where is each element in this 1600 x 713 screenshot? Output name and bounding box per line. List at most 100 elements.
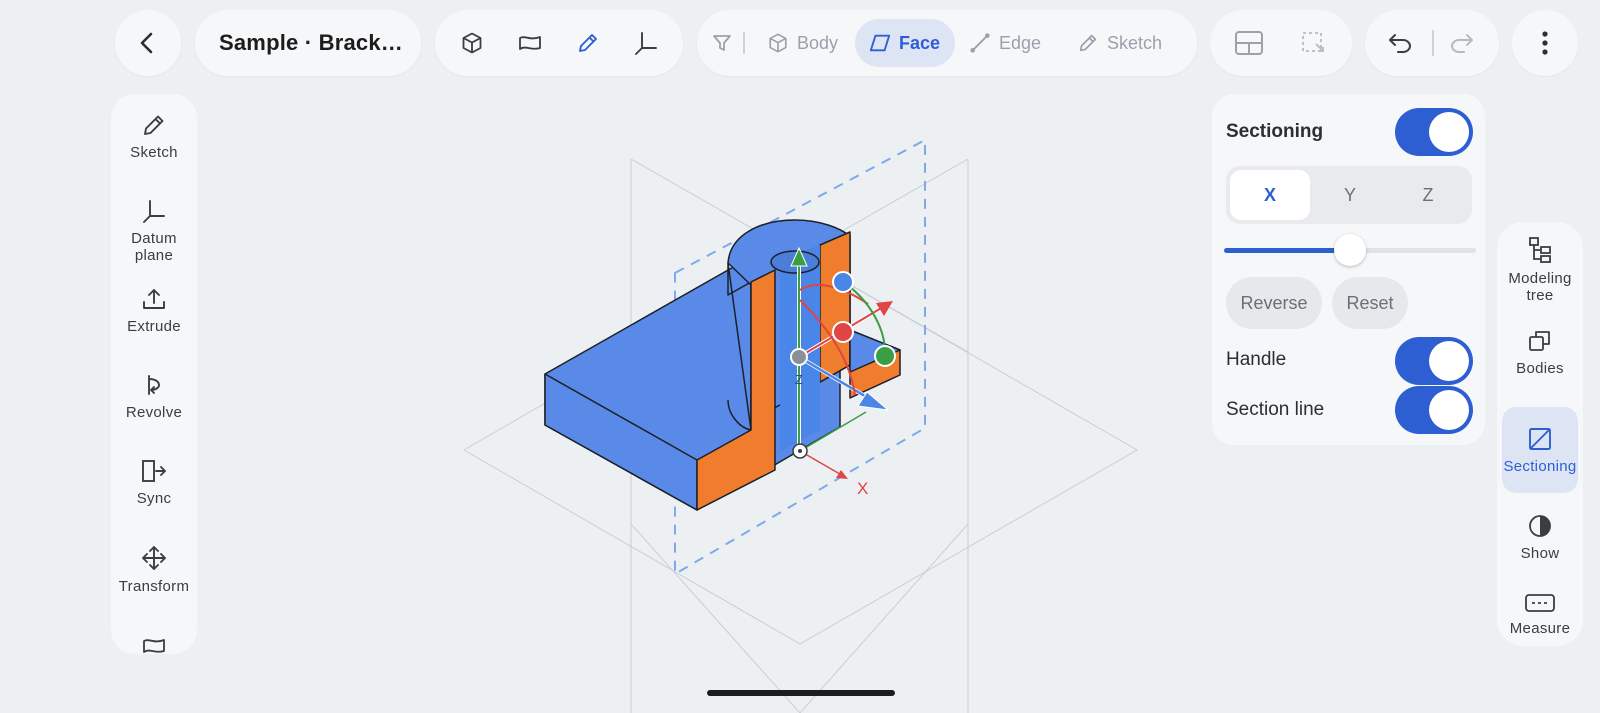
home-indicator[interactable] [707, 690, 895, 696]
pencil-icon [1079, 34, 1097, 52]
filter-sketch-label: Sketch [1107, 32, 1163, 53]
sectioning-icon [1529, 427, 1551, 450]
pencil-icon [144, 115, 164, 135]
bodies-icon [1529, 331, 1550, 351]
history-tools [1365, 10, 1499, 76]
axis-y-button[interactable]: Y [1310, 170, 1390, 220]
slider-thumb[interactable] [1334, 234, 1366, 266]
filter-button[interactable] [707, 28, 737, 58]
toggle-knob [1429, 341, 1469, 381]
back-button[interactable] [115, 10, 181, 76]
filter-sketch[interactable]: Sketch [1067, 19, 1172, 67]
more-vertical-icon [1542, 31, 1548, 55]
divider [1432, 30, 1434, 56]
extrude-tool[interactable]: Extrude [111, 286, 197, 335]
pencil-icon [579, 34, 597, 52]
surface-icon [519, 36, 541, 50]
extrude-icon [143, 289, 165, 309]
measure-label: Measure [1509, 620, 1571, 637]
view-panel-rail: Modeling tree Bodies Sectioning Show Mea… [1497, 222, 1583, 646]
handle-toggle[interactable] [1395, 337, 1473, 385]
filter-face[interactable]: Face [855, 19, 955, 67]
view-tools [1210, 10, 1352, 76]
transform-tool-label: Transform [118, 578, 190, 595]
face-icon [869, 34, 891, 52]
x-axis-label: X [857, 479, 868, 498]
box-select-button[interactable] [1296, 28, 1330, 58]
datum-plane-icon [143, 200, 165, 223]
document-title-text: Sample · Brack… [219, 30, 403, 55]
transform-tool[interactable]: Transform [111, 544, 197, 595]
section-offset-slider[interactable] [1224, 234, 1476, 266]
axis-x-button[interactable]: X [1230, 170, 1310, 220]
modeling-tree-label: Modeling tree [1508, 270, 1572, 304]
transform-gizmo: X Z [790, 246, 896, 498]
reset-button[interactable]: Reset [1332, 277, 1408, 329]
filter-face-label: Face [899, 32, 941, 53]
feature-toolbar: Sketch Datum plane Extrude Revolve Sync … [111, 94, 197, 654]
filter-body-label: Body [797, 32, 839, 53]
sectioning-toggle[interactable] [1395, 108, 1473, 156]
sectioning-tab-label: Sectioning [1503, 457, 1577, 475]
show-label: Show [1520, 544, 1560, 562]
layout-icon [1235, 31, 1263, 55]
sketch-tool[interactable]: Sketch [111, 112, 197, 161]
cube-icon [769, 33, 787, 53]
selection-filter-bar: Body Face Edge Sketch [697, 10, 1197, 76]
show-tab[interactable]: Show [1502, 502, 1578, 572]
undo-icon [1389, 34, 1411, 53]
sync-icon [142, 460, 166, 482]
sync-tool[interactable]: Sync [111, 458, 197, 507]
datum-icon [635, 32, 657, 55]
more-tool[interactable] [111, 634, 197, 654]
more-options-button[interactable] [1512, 10, 1578, 76]
modeling-tree-tab[interactable]: Modeling tree [1502, 236, 1578, 316]
sketch-tool-label: Sketch [130, 144, 178, 161]
surface-tool-button[interactable] [515, 28, 545, 58]
filter-body[interactable]: Body [755, 19, 850, 67]
sectioning-panel: Sectioning X Y Z Reverse Reset Handle Se… [1212, 94, 1485, 445]
extrude-tool-label: Extrude [127, 318, 181, 335]
part-tool-button[interactable] [457, 28, 487, 58]
revolve-icon [148, 375, 160, 395]
filter-edge-label: Edge [999, 32, 1042, 53]
bracket-part [544, 219, 901, 511]
revolve-tool[interactable]: Revolve [111, 372, 197, 421]
redo-button[interactable] [1447, 28, 1477, 58]
datum-plane-tool[interactable]: Datum plane [111, 198, 197, 264]
show-icon [1529, 514, 1551, 537]
surface-icon [143, 639, 165, 653]
sketch-tool-button[interactable] [573, 28, 603, 58]
document-title[interactable]: Sample · Brack… [195, 10, 421, 76]
box-select-icon [1302, 32, 1324, 52]
section-line-label: Section line [1226, 399, 1325, 420]
measure-tab[interactable]: Measure [1502, 592, 1578, 648]
transform-icon [142, 546, 166, 570]
bodies-tab[interactable]: Bodies [1502, 328, 1578, 398]
undo-button[interactable] [1385, 28, 1415, 58]
chevron-left-icon [140, 32, 153, 54]
toggle-knob [1429, 390, 1469, 430]
z-axis-label: Z [795, 372, 803, 387]
reference-planes [463, 158, 1139, 713]
sync-tool-label: Sync [136, 490, 172, 507]
slider-fill [1224, 248, 1350, 253]
datum-tool-button[interactable] [631, 28, 661, 58]
filter-edge[interactable]: Edge [959, 19, 1051, 67]
bodies-label: Bodies [1516, 360, 1564, 377]
cube-icon [462, 32, 482, 54]
tool-group [435, 10, 683, 76]
axis-selector: X Y Z [1226, 166, 1472, 224]
datum-plane-tool-label: Datum plane [131, 230, 177, 264]
measure-icon [1525, 594, 1555, 612]
sectioning-tab[interactable]: Sectioning [1502, 407, 1578, 493]
tree-icon [1529, 237, 1551, 263]
section-line-toggle[interactable] [1395, 386, 1473, 434]
revolve-tool-label: Revolve [125, 404, 183, 421]
reverse-button[interactable]: Reverse [1226, 277, 1322, 329]
handle-label: Handle [1226, 349, 1287, 370]
redo-icon [1451, 34, 1473, 53]
layout-button[interactable] [1232, 28, 1266, 58]
toggle-knob [1429, 112, 1469, 152]
axis-z-button[interactable]: Z [1388, 170, 1468, 220]
